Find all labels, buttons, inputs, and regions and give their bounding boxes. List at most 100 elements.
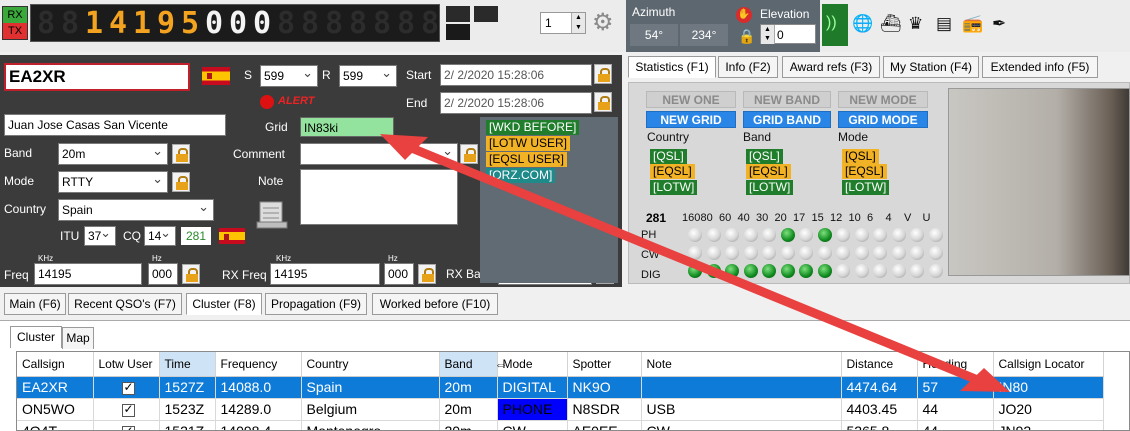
mode-select[interactable]: RTTY bbox=[58, 171, 168, 193]
column-header[interactable]: Spotter bbox=[567, 352, 642, 377]
tab-propagation[interactable]: Propagation (F9) bbox=[265, 293, 367, 315]
tab-statistics[interactable]: Statistics (F1) bbox=[628, 56, 716, 78]
column-header[interactable]: Time bbox=[159, 352, 216, 377]
cq-select[interactable]: 14 bbox=[144, 226, 176, 246]
satellite-icon[interactable]: ⛴ bbox=[880, 14, 902, 34]
freq-khz-input[interactable]: 14195 bbox=[34, 263, 142, 285]
azimuth-long-path[interactable]: 234° bbox=[680, 24, 728, 46]
band-label: Band bbox=[4, 146, 33, 160]
notepad-icon[interactable] bbox=[256, 200, 288, 230]
subtab-map[interactable]: Map bbox=[62, 327, 94, 349]
band-header: 160 bbox=[682, 212, 701, 224]
frequency-digit: 0 bbox=[204, 6, 224, 41]
new-mode-button[interactable]: NEW MODE bbox=[838, 91, 928, 108]
signal-icon: )) bbox=[826, 14, 837, 31]
end-time-input[interactable]: 2/ 2/2020 15:28:06 bbox=[440, 92, 592, 114]
cell-band: 20m bbox=[439, 398, 498, 421]
new-one-button[interactable]: NEW ONE bbox=[646, 91, 736, 108]
band-status-led bbox=[762, 264, 776, 278]
lock-icon[interactable] bbox=[172, 144, 190, 164]
grid-input[interactable]: IN83ki bbox=[300, 117, 394, 137]
mode-row-label: PH bbox=[641, 229, 657, 241]
table-row[interactable]: ON5WO 1523Z14289.0Belgium20mPHONEN8SDRUSB… bbox=[17, 398, 1104, 421]
lock-icon[interactable] bbox=[418, 264, 436, 284]
new-band-button[interactable]: NEW BAND bbox=[743, 91, 831, 108]
status-badge: [EQSL USER] bbox=[486, 152, 567, 167]
column-header[interactable]: Callsign Locator bbox=[993, 352, 1104, 377]
rst-sent-select[interactable]: 599 bbox=[260, 65, 318, 87]
lock-icon[interactable] bbox=[460, 144, 478, 164]
table-row[interactable]: 4O4T1521Z14098.4Montenegro20mCWAE0EECW52… bbox=[17, 420, 1104, 430]
lock-icon[interactable] bbox=[594, 64, 612, 84]
tab-cluster[interactable]: Cluster (F8) bbox=[186, 293, 262, 315]
start-time-input[interactable]: 2/ 2/2020 15:28:06 bbox=[440, 64, 592, 86]
note-textarea[interactable] bbox=[300, 169, 458, 225]
lock-icon[interactable] bbox=[172, 172, 190, 192]
globe-icon[interactable]: 🌐 bbox=[852, 14, 873, 34]
band-status-led bbox=[817, 264, 832, 278]
band-column-title: Band bbox=[743, 130, 772, 144]
trophy-icon[interactable]: ♛ bbox=[908, 14, 923, 34]
new-grid-button[interactable]: NEW GRID bbox=[646, 111, 736, 128]
operator-name-input[interactable]: Juan Jose Casas San Vicente bbox=[4, 114, 226, 136]
column-header[interactable]: Band bbox=[439, 352, 498, 377]
tab-worked-before[interactable]: Worked before (F10) bbox=[372, 293, 498, 315]
stop-hand-icon[interactable]: ✋ bbox=[736, 7, 752, 23]
radio-icon[interactable]: 📻 bbox=[962, 14, 983, 34]
column-header[interactable]: Lotw User bbox=[93, 352, 160, 377]
elevation-spinner[interactable]: 0 ▲ ▼ bbox=[760, 24, 816, 44]
callsign-input[interactable]: EA2XR bbox=[4, 63, 190, 91]
rst-rcvd-select[interactable]: 599 bbox=[339, 65, 397, 87]
tab-award-refs[interactable]: Award refs (F3) bbox=[782, 56, 880, 78]
grid-mode-button[interactable]: GRID MODE bbox=[838, 111, 928, 128]
column-header[interactable]: Country bbox=[301, 352, 440, 377]
frequency-digit: 8 bbox=[348, 6, 368, 41]
azimuth-short-path[interactable]: 54° bbox=[630, 24, 678, 46]
rx-freq-hz-input[interactable]: 000 bbox=[384, 263, 414, 285]
cell-country: Spain bbox=[301, 376, 440, 399]
band-status-led bbox=[799, 246, 813, 260]
band-select[interactable]: 20m bbox=[58, 143, 168, 165]
lock-icon[interactable] bbox=[594, 92, 612, 112]
s-meter-block bbox=[474, 6, 498, 22]
spinner-down-icon[interactable]: ▼ bbox=[761, 34, 775, 44]
table-row[interactable]: EA2XR 1527Z14088.0Spain20mDIGITALNK9O 4474… bbox=[17, 376, 1104, 399]
radio-stack-icon[interactable]: ▤ bbox=[936, 14, 952, 34]
tab-recent-qsos[interactable]: Recent QSO's (F7) bbox=[68, 293, 182, 315]
column-header[interactable]: Note bbox=[641, 352, 842, 377]
rx-freq-khz-input[interactable]: 14195 bbox=[270, 263, 380, 285]
lock-icon[interactable] bbox=[182, 264, 200, 284]
eqsl-badge: [EQSL] bbox=[842, 164, 887, 179]
grid-band-button[interactable]: GRID BAND bbox=[743, 111, 831, 128]
spinner-down-icon[interactable]: ▼ bbox=[571, 23, 585, 33]
tab-info[interactable]: Info (F2) bbox=[718, 56, 778, 78]
column-header[interactable]: Frequency bbox=[215, 352, 302, 377]
column-header[interactable]: Callsign bbox=[17, 352, 94, 377]
comment-input[interactable] bbox=[300, 143, 458, 165]
band-status-led bbox=[854, 228, 869, 242]
radio-number-spinner[interactable]: 1 ▲ ▼ bbox=[540, 12, 586, 34]
column-resize-icon[interactable]: ⇔ bbox=[494, 356, 508, 372]
itu-select[interactable]: 37 bbox=[84, 226, 116, 246]
country-select[interactable]: Spain bbox=[58, 199, 214, 221]
column-header[interactable]: Distance bbox=[841, 352, 918, 377]
spinner-up-icon[interactable]: ▲ bbox=[571, 13, 585, 23]
rst-rcvd-label: R bbox=[322, 68, 331, 82]
lock-icon[interactable]: 🔒 bbox=[738, 28, 755, 44]
gear-icon[interactable]: ⚙ bbox=[592, 11, 614, 35]
tab-main[interactable]: Main (F6) bbox=[4, 293, 66, 315]
band-status-led bbox=[891, 264, 906, 278]
lotw-badge: [LOTW] bbox=[746, 180, 794, 195]
band-header: 17 bbox=[793, 212, 806, 224]
cell-lotw bbox=[93, 420, 160, 430]
cell-time: 1523Z bbox=[159, 398, 216, 421]
cell-country: Belgium bbox=[301, 398, 440, 421]
tab-extended-info[interactable]: Extended info (F5) bbox=[982, 56, 1098, 78]
cell-heading: 44 bbox=[917, 398, 994, 421]
tab-my-station[interactable]: My Station (F4) bbox=[883, 56, 979, 78]
column-header[interactable]: Heading bbox=[917, 352, 994, 377]
pen-icon[interactable]: ✒ bbox=[992, 14, 1006, 34]
spain-flag-icon bbox=[219, 228, 245, 244]
subtab-cluster[interactable]: Cluster bbox=[10, 326, 62, 348]
freq-hz-input[interactable]: 000 bbox=[148, 263, 178, 285]
